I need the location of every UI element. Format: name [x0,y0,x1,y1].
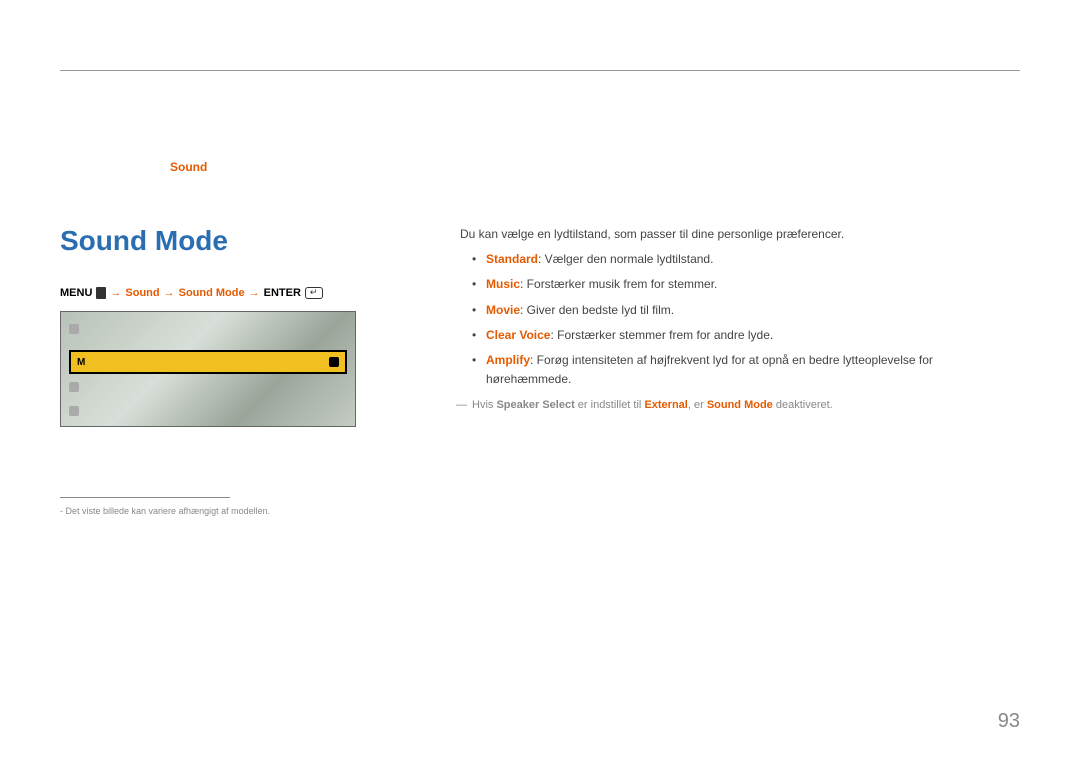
note-orange: Sound Mode [707,399,773,411]
mode-label: Music [486,277,520,291]
tv-screenshot: M [60,311,356,427]
header-rule [60,70,1020,71]
chapter-label: Sound [170,160,207,174]
note-bold: Speaker Select [496,399,574,411]
screenshot-highlight-row: M [69,350,347,374]
arrow-icon: → [110,287,121,299]
footnote-text: - Det viste billede kan variere afhængig… [60,506,370,516]
enter-label: ENTER [264,287,301,299]
list-item: Music: Forstærker musik frem for stemmer… [472,275,1020,294]
path-step-sound: Sound [125,287,159,299]
mode-label: Standard [486,252,538,266]
mode-desc: : Forstærker musik frem for stemmer. [520,277,717,291]
list-item: Clear Voice: Forstærker stemmer frem for… [472,326,1020,345]
manual-page: Sound Sound Mode MENU → Sound → Sound Mo… [0,0,1080,763]
hand-icon [329,357,339,367]
note-post: deaktiveret. [773,399,833,411]
screenshot-row [69,382,79,392]
path-step-sound-mode: Sound Mode [179,287,245,299]
note-orange: External [644,399,687,411]
row-icon [69,324,79,334]
content-columns: Sound Mode MENU → Sound → Sound Mode → E… [60,225,1020,516]
mode-desc: : Forøg intensiteten af højfrekvent lyd … [486,353,933,386]
arrow-icon: → [249,287,260,299]
row-icon [69,406,79,416]
mode-desc: : Giver den bedste lyd til film. [520,303,674,317]
mode-label: Movie [486,303,520,317]
enter-icon [305,287,323,299]
mode-label: Clear Voice [486,328,550,342]
list-item: Standard: Vælger den normale lydtilstand… [472,250,1020,269]
mode-desc: : Forstærker stemmer frem for andre lyde… [550,328,773,342]
arrow-icon: → [164,287,175,299]
intro-text: Du kan vælge en lydtilstand, som passer … [460,225,1020,244]
footnote-rule [60,497,230,498]
footnote-content: Det viste billede kan variere afhængigt … [66,506,271,516]
highlight-label: M [77,357,85,368]
screenshot-row [69,324,79,334]
menu-path: MENU → Sound → Sound Mode → ENTER [60,287,370,299]
mode-desc: : Vælger den normale lydtilstand. [538,252,713,266]
section-title: Sound Mode [60,225,370,257]
page-number: 93 [998,710,1020,733]
screenshot-row [69,406,79,416]
list-item: Amplify: Forøg intensiteten af højfrekve… [472,351,1020,389]
note-pre: Hvis [472,399,496,411]
right-column: Du kan vælge en lydtilstand, som passer … [460,225,1020,516]
menu-icon [96,287,106,299]
note-line: Hvis Speaker Select er indstillet til Ex… [460,397,1020,415]
note-mid: , er [688,399,707,411]
note-mid: er indstillet til [575,399,645,411]
list-item: Movie: Giver den bedste lyd til film. [472,301,1020,320]
mode-label: Amplify [486,353,530,367]
left-column: Sound Mode MENU → Sound → Sound Mode → E… [60,225,370,516]
menu-label: MENU [60,287,92,299]
mode-list: Standard: Vælger den normale lydtilstand… [460,250,1020,389]
row-icon [69,382,79,392]
